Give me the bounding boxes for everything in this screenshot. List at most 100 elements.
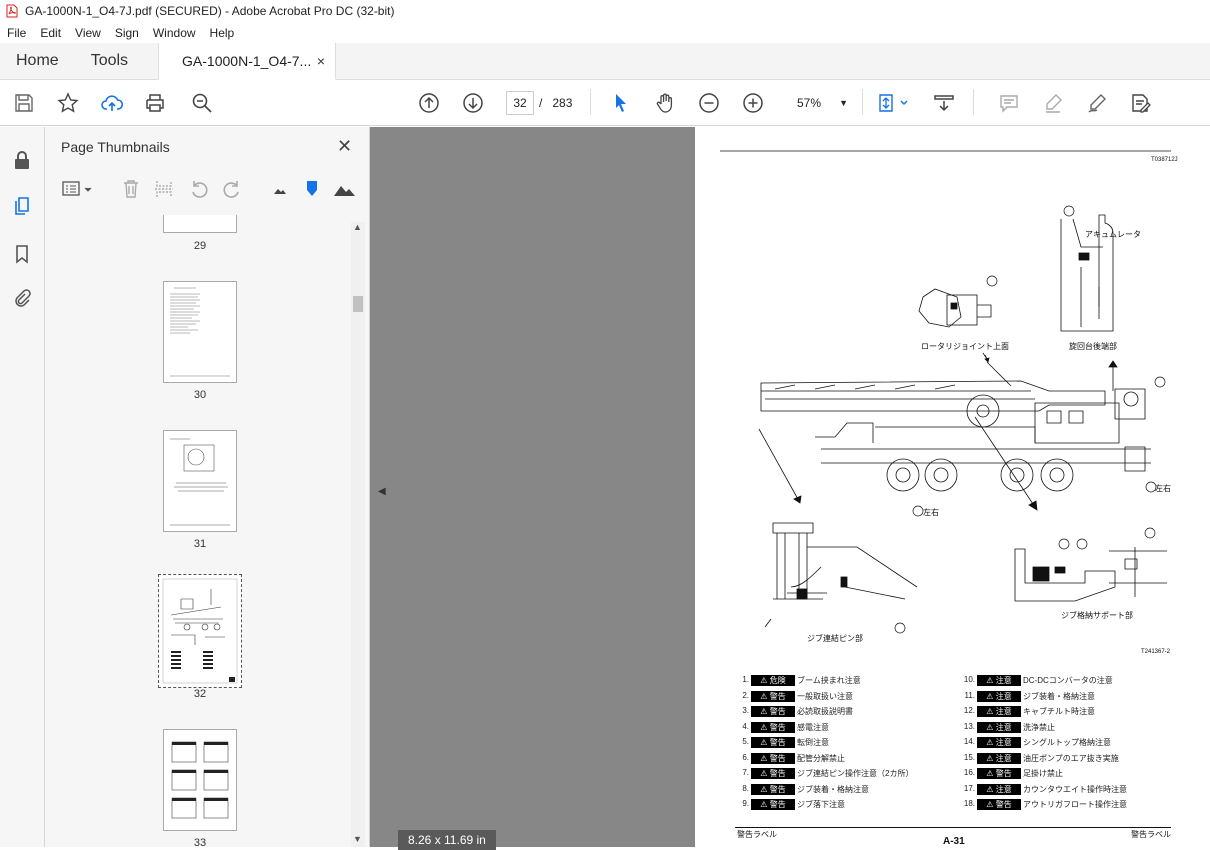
- left-rail: [0, 127, 45, 847]
- label-text: ジブ装着・格納注意: [1023, 691, 1095, 701]
- badge-text: 注意: [995, 707, 1012, 716]
- zoom-out-icon[interactable]: [697, 91, 721, 115]
- warning-badge: ⚠ 警告: [751, 690, 795, 702]
- scroll-down-icon[interactable]: ▼: [353, 834, 362, 844]
- tab-home[interactable]: Home: [0, 43, 75, 79]
- toolbar-divider: [973, 89, 974, 115]
- label-number: 1.: [742, 675, 749, 684]
- badge-text: 警告: [769, 707, 786, 716]
- delete-page-icon[interactable]: [120, 178, 142, 200]
- cloud-upload-icon[interactable]: [100, 91, 124, 115]
- warning-badge: ⚠ 警告: [751, 752, 795, 764]
- callout-accumulator: アキュムレータ: [1085, 230, 1141, 239]
- warning-badge: ⚠ 注意: [977, 675, 1021, 686]
- menu-sign[interactable]: Sign: [108, 26, 146, 40]
- draw-sign-icon[interactable]: [1085, 91, 1109, 115]
- warning-badge: ⚠ 注意: [977, 706, 1021, 717]
- scroll-up-icon[interactable]: ▲: [353, 222, 362, 232]
- zoom-dropdown[interactable]: 57% ▼: [782, 91, 854, 115]
- thumbnail-small-icon[interactable]: [269, 178, 291, 200]
- collapse-panel-icon[interactable]: ◀: [378, 486, 386, 497]
- thumbnail-page-29[interactable]: [163, 215, 237, 233]
- label-text: キャブチルト時注意: [1023, 707, 1095, 716]
- zoom-in-icon[interactable]: [741, 91, 765, 115]
- warning-badge: ⚠ 注意: [977, 690, 1021, 702]
- page-thumbnails-panel: Page Thumbnails ✕ 29 30 31 32 33 ▲ ▼: [45, 127, 370, 847]
- toolbar-divider: [862, 89, 863, 115]
- bookmark-icon[interactable]: [11, 243, 33, 265]
- page-separator: /: [539, 96, 543, 110]
- label-text: ジブ落下注意: [797, 800, 845, 809]
- thumbnail-preview: [170, 438, 230, 526]
- badge-text: 警告: [769, 738, 786, 747]
- warning-badge: ⚠ 警告: [751, 783, 795, 795]
- badge-text: 注意: [995, 753, 1012, 763]
- rotate-counterclockwise-icon[interactable]: [188, 178, 210, 200]
- callout-jib-support: ジブ格納サポート部: [1061, 611, 1133, 620]
- label-text: DC-DCコンバータの注意: [1023, 676, 1113, 685]
- chevron-down-icon: ▼: [839, 98, 848, 108]
- previous-page-icon[interactable]: [417, 91, 441, 115]
- badge-text: 警告: [769, 691, 786, 701]
- page-number-input[interactable]: 32: [506, 91, 534, 115]
- extract-page-icon[interactable]: [153, 178, 175, 200]
- footer-page-number: A-31: [943, 836, 965, 847]
- page-size-indicator: 8.26 x 11.69 in: [398, 830, 496, 850]
- label-text: アウトリガフロート操作注意: [1023, 800, 1127, 809]
- menu-window[interactable]: Window: [146, 26, 203, 40]
- comment-icon[interactable]: [997, 91, 1021, 115]
- rotate-clockwise-icon[interactable]: [221, 178, 243, 200]
- thumbnail-page-31[interactable]: [163, 430, 237, 532]
- label-number: 17.: [963, 783, 975, 793]
- scroll-mode-icon[interactable]: [932, 91, 956, 115]
- footer-rule: [735, 827, 1171, 828]
- thumbnail-large-icon[interactable]: [333, 178, 355, 200]
- doc-code-top: T038712J: [1151, 157, 1178, 163]
- footer-left: 警告ラベル: [737, 830, 777, 839]
- menu-file[interactable]: File: [0, 26, 33, 40]
- page-total: / 283: [539, 96, 572, 110]
- menu-view[interactable]: View: [68, 26, 108, 40]
- label-text: シングルトップ格納注意: [1023, 738, 1111, 747]
- menu-edit[interactable]: Edit: [33, 26, 68, 40]
- close-tab-icon[interactable]: ×: [317, 53, 325, 69]
- label-text: ジブ装着・格納注意: [797, 784, 869, 794]
- callout-left-right-15: 左右: [923, 508, 939, 517]
- label-text: 油圧ポンプのエア抜き実施: [1023, 753, 1119, 763]
- footer-right: 警告ラベル: [1131, 830, 1171, 839]
- attachment-icon[interactable]: [11, 288, 33, 310]
- next-page-icon[interactable]: [461, 91, 485, 115]
- warning-badge: ⚠ 注意: [977, 721, 1021, 733]
- close-panel-icon[interactable]: ✕: [337, 136, 352, 157]
- options-menu-icon[interactable]: [61, 178, 95, 200]
- edit-pdf-icon[interactable]: [1128, 91, 1152, 115]
- menu-help[interactable]: Help: [203, 26, 242, 40]
- menu-bar: File Edit View Sign Window Help: [0, 22, 1210, 43]
- bookmark-star-icon[interactable]: [56, 91, 80, 115]
- thumbnail-scrollbar[interactable]: ▲ ▼: [351, 222, 365, 847]
- thumbnail-page-33[interactable]: [163, 729, 237, 831]
- find-zoom-icon[interactable]: [190, 91, 214, 115]
- print-icon[interactable]: [143, 91, 167, 115]
- save-icon[interactable]: [12, 91, 36, 115]
- label-text: 足掛け禁止: [1023, 769, 1063, 778]
- thumbnail-page-30[interactable]: [163, 281, 237, 383]
- label-text: 洗浄禁止: [1023, 722, 1055, 732]
- thumbnail-slider-icon[interactable]: [301, 178, 323, 200]
- thumbnail-list: 29 30 31 32 33: [45, 215, 352, 847]
- page-thumbnails-icon[interactable]: [11, 195, 33, 217]
- tab-tools[interactable]: Tools: [75, 43, 144, 79]
- lock-icon[interactable]: [11, 149, 33, 171]
- label-number: 10.: [963, 675, 975, 684]
- scrollbar-thumb[interactable]: [353, 296, 363, 312]
- hand-tool-icon[interactable]: [653, 91, 677, 115]
- fit-page-icon[interactable]: [876, 91, 912, 115]
- badge-text: 警告: [769, 769, 786, 778]
- thumbnail-page-32-selected[interactable]: [158, 574, 242, 688]
- warning-badge: ⚠ 警告: [751, 768, 795, 779]
- select-pointer-icon[interactable]: [609, 91, 633, 115]
- thumbnail-preview: [171, 741, 229, 819]
- badge-text: 警告: [769, 784, 786, 794]
- tab-document[interactable]: GA-1000N-1_O4-7... ×: [158, 43, 337, 80]
- highlight-pen-icon[interactable]: [1041, 91, 1065, 115]
